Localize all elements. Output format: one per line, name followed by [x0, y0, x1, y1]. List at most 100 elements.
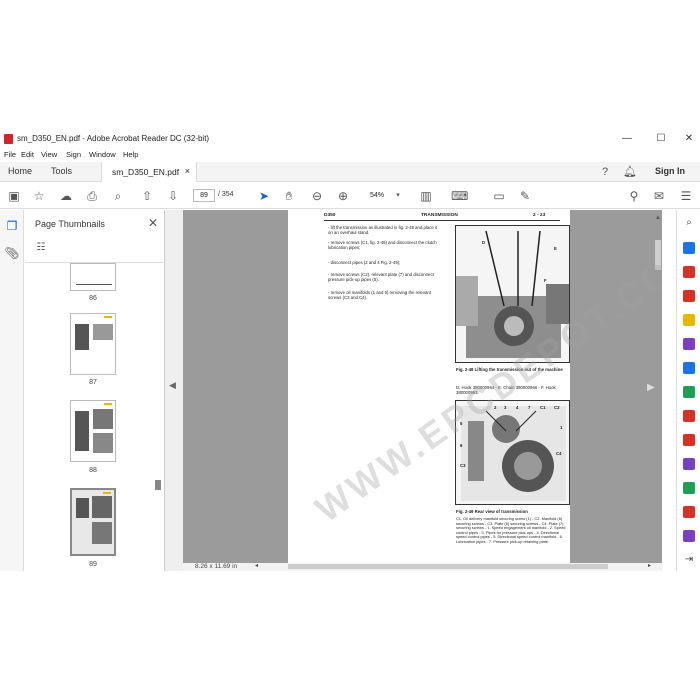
keyboard-scroll-icon[interactable]: ⌨ [451, 188, 468, 204]
close-thumbnails-icon[interactable]: ✕ [148, 216, 158, 230]
label-C2: C2 [554, 405, 560, 410]
help-icon[interactable]: ? [597, 164, 613, 180]
edit-pdf-icon[interactable] [683, 290, 695, 302]
page-header-left: D350 [324, 213, 336, 218]
menu-edit[interactable]: Edit [21, 150, 34, 159]
thumbnail-options-icon[interactable]: ☷ [33, 240, 49, 256]
tab-document[interactable]: sm_D350_EN.pdf × [101, 162, 197, 182]
zoom-out-icon[interactable]: ⊖ [309, 188, 325, 204]
more-tools-rail-icon[interactable] [683, 482, 695, 494]
scroll-left-arrow-icon[interactable]: ◂ [255, 562, 258, 569]
window-title: sm_D350_EN.pdf - Adobe Acrobat Reader DC… [17, 134, 210, 143]
comment-icon[interactable]: ▭ [491, 188, 507, 204]
label-C1: C1 [540, 405, 546, 410]
zoom-level-dropdown[interactable]: 54% [363, 189, 391, 202]
thumbnail-label-88: 88 [89, 467, 97, 474]
maximize-button[interactable]: ☐ [646, 132, 676, 146]
tab-home[interactable]: Home [8, 166, 32, 176]
machine-frame [456, 276, 478, 326]
search-tool-icon[interactable]: ⌕ [683, 217, 695, 229]
thumbnail-figure [92, 496, 112, 518]
comment-tool-icon[interactable] [683, 314, 695, 326]
label-F: F [544, 278, 547, 283]
notifications-icon[interactable]: 🔔︎ [622, 164, 638, 180]
zoom-in-icon[interactable]: ⊕ [335, 188, 351, 204]
thumbnail-page-87[interactable] [70, 313, 116, 375]
manifold-assembly [492, 415, 520, 443]
close-window-button[interactable]: ✕ [674, 132, 700, 146]
thumbnail-figure [93, 409, 113, 429]
page-count: / 354 [218, 191, 234, 198]
scan-ocr-icon[interactable] [683, 530, 695, 542]
previous-page-icon[interactable]: ⇧ [139, 188, 155, 204]
page-thumbnails-icon[interactable]: ❐ [4, 218, 20, 234]
select-cursor-icon[interactable]: ➤ [256, 188, 272, 204]
panel-splitter[interactable]: ◀ [165, 210, 183, 571]
thumbnail-page-88[interactable] [70, 400, 116, 462]
search-icon[interactable]: ⌕ [110, 188, 126, 204]
menu-view[interactable]: View [41, 150, 57, 159]
attachments-paperclip-icon[interactable]: 📎︎ [4, 245, 20, 261]
protect-icon[interactable] [683, 410, 695, 422]
upload-cloud-icon[interactable]: ☁ [58, 188, 74, 204]
organize-pages-icon[interactable] [683, 362, 695, 374]
menu-help[interactable]: Help [123, 150, 138, 159]
thumbnail-marker [103, 492, 111, 494]
share-link-icon[interactable]: ⚲ [626, 188, 642, 204]
collapse-tools-icon[interactable]: ⇥ [683, 554, 695, 566]
scroll-up-arrow-icon[interactable]: ▲ [655, 215, 661, 221]
menu-sign[interactable]: Sign [66, 150, 81, 159]
email-icon[interactable]: ✉ [651, 188, 667, 204]
label-4: 4 [516, 405, 519, 410]
thumbnail-scrollbar-thumb[interactable] [155, 480, 161, 490]
label-E: E [554, 246, 557, 251]
status-bar: 8.26 x 11.69 in ◂ ▸ [183, 563, 662, 571]
next-page-chevron-icon[interactable]: ▶ [647, 382, 655, 393]
combine-files-icon[interactable] [683, 338, 695, 350]
document-viewport[interactable]: ▲ ▶ D350 TRANSMISSION 2 - 23 - lift the … [183, 210, 662, 563]
print-icon[interactable]: ⎙ [84, 188, 100, 204]
collapse-panel-chevron-icon[interactable]: ◀ [169, 380, 176, 391]
redact-icon[interactable] [683, 386, 695, 398]
optimize-pdf-icon[interactable] [683, 506, 695, 518]
menu-file[interactable]: File [4, 150, 16, 159]
label-7: 7 [528, 405, 531, 410]
label-D: D [482, 240, 486, 245]
send-for-signature-icon[interactable] [683, 458, 695, 470]
more-tools-icon[interactable]: ☰ [678, 188, 694, 204]
page-number-input[interactable]: 89 [193, 189, 215, 202]
page-display-icon[interactable]: ▥ [418, 188, 434, 204]
page-size-label: 8.26 x 11.69 in [195, 563, 238, 570]
step-1: - lift the transmission as illustrated i… [328, 225, 438, 236]
thumbnail-page-89-selected[interactable] [70, 488, 116, 556]
save-icon[interactable]: ▣ [6, 188, 22, 204]
label-C3: C3 [460, 463, 466, 468]
minimize-button[interactable]: — [612, 132, 642, 146]
horizontal-scrollbar-thumb[interactable] [288, 564, 608, 569]
pdf-page: D350 TRANSMISSION 2 - 23 - lift the tran… [288, 210, 662, 563]
step-3: - disconnect pipes (2 and 4 Fig. 2-49); [328, 260, 401, 265]
bookmark-star-icon[interactable]: ☆ [31, 188, 47, 204]
scroll-right-arrow-icon[interactable]: ▸ [648, 562, 651, 569]
hand-tool-icon[interactable]: ✋︎ [281, 188, 297, 204]
menu-window[interactable]: Window [89, 150, 116, 159]
export-pdf-icon[interactable] [683, 242, 695, 254]
tab-tools[interactable]: Tools [51, 166, 72, 176]
acrobat-app-icon [4, 134, 13, 144]
thumbnail-label-87: 87 [89, 379, 97, 386]
thumbnail-page-86[interactable] [70, 263, 116, 291]
close-document-tab-icon[interactable]: × [185, 166, 190, 176]
sign-in-button[interactable]: Sign In [655, 166, 685, 176]
zoom-dropdown-chevron-icon[interactable]: ▾ [390, 188, 406, 204]
step-2: - remove screws (C1, fig. 2-49) and disc… [328, 240, 437, 251]
create-pdf-icon[interactable] [683, 266, 695, 278]
transmission-flange [504, 316, 524, 336]
document-tab-label: sm_D350_EN.pdf [112, 167, 180, 177]
thumbnail-text-block [75, 411, 89, 451]
next-page-icon[interactable]: ⇩ [165, 188, 181, 204]
highlight-pen-icon[interactable]: ✎ [517, 188, 533, 204]
thumbnail-marker [104, 403, 112, 405]
fill-sign-icon[interactable] [683, 434, 695, 446]
acrobat-window: sm_D350_EN.pdf - Adobe Acrobat Reader DC… [0, 131, 700, 571]
figure-2-49-parts: C1. Oil delivery manifold securing screw… [456, 516, 566, 544]
